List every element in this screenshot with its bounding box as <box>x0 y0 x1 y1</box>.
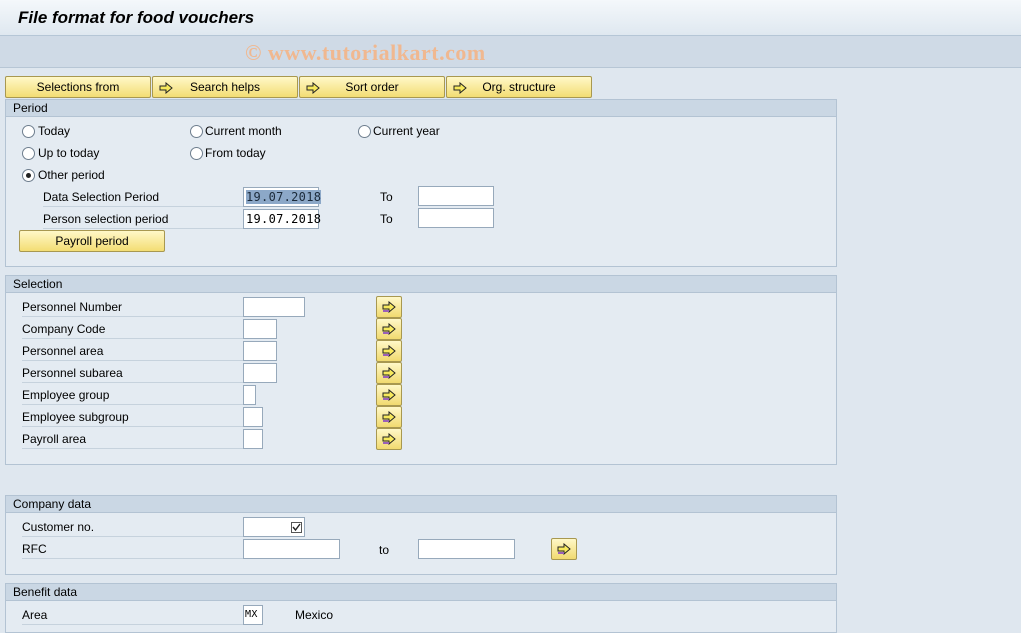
arrow-right-icon <box>382 345 396 357</box>
person-selection-period-label: Person selection period <box>43 209 243 229</box>
customer-no-input[interactable] <box>243 517 305 537</box>
org-structure-button[interactable]: Org. structure <box>446 76 592 98</box>
required-checkmark-icon <box>291 520 302 538</box>
selection-screen: Selections from Search helps Sort order … <box>0 68 1021 633</box>
period-group: Period Today Current month Current year … <box>5 99 837 267</box>
arrow-right-icon <box>382 301 396 313</box>
radio-today[interactable] <box>22 125 35 138</box>
employee-group-multiple-selection-button[interactable] <box>376 384 402 406</box>
radio-other-period[interactable] <box>22 169 35 182</box>
personnel-number-input[interactable] <box>243 297 305 317</box>
company-code-label: Company Code <box>22 319 243 339</box>
arrow-right-icon <box>159 80 173 100</box>
radio-up-to-today-label: Up to today <box>38 146 100 160</box>
rfc-from-input[interactable] <box>243 539 340 559</box>
radio-current-month-label: Current month <box>205 124 282 138</box>
arrow-right-icon <box>382 367 396 379</box>
personnel-area-label: Personnel area <box>22 341 243 361</box>
application-toolbar: © www.tutorialkart.com <box>0 36 1021 68</box>
rfc-to-input[interactable] <box>418 539 515 559</box>
selections-from-label: Selections from <box>36 80 120 94</box>
employee-subgroup-label: Employee subgroup <box>22 407 243 427</box>
personnel-number-label: Personnel Number <box>22 297 243 317</box>
sort-order-label: Sort order <box>345 80 399 94</box>
personnel-subarea-multiple-selection-button[interactable] <box>376 362 402 384</box>
radio-from-today[interactable] <box>190 147 203 160</box>
person-selection-to-label: To <box>380 212 393 226</box>
employee-group-input[interactable] <box>243 385 256 405</box>
search-helps-label: Search helps <box>189 80 261 94</box>
customer-no-label: Customer no. <box>22 517 243 537</box>
payroll-area-label: Payroll area <box>22 429 243 449</box>
selection-group: Selection Personnel Number Company Code … <box>5 275 837 465</box>
person-selection-period-from-input[interactable]: 19.07.2018 <box>243 209 321 229</box>
arrow-right-icon <box>453 80 467 100</box>
rfc-to-label: to <box>379 543 390 557</box>
sort-order-button[interactable]: Sort order <box>299 76 445 98</box>
employee-group-label: Employee group <box>22 385 243 405</box>
payroll-area-multiple-selection-button[interactable] <box>376 428 402 450</box>
arrow-right-icon <box>382 433 396 445</box>
radio-today-label: Today <box>38 124 71 138</box>
title-bar: File format for food vouchers <box>0 0 1021 36</box>
radio-current-year[interactable] <box>358 125 371 138</box>
arrow-right-icon <box>306 80 320 100</box>
personnel-number-multiple-selection-button[interactable] <box>376 296 402 318</box>
radio-other-period-label: Other period <box>38 168 105 182</box>
employee-subgroup-multiple-selection-button[interactable] <box>376 406 402 428</box>
data-selection-to-label: To <box>380 190 393 204</box>
radio-current-year-label: Current year <box>373 124 440 138</box>
company-code-multiple-selection-button[interactable] <box>376 318 402 340</box>
data-selection-period-to-input[interactable] <box>418 186 494 206</box>
selection-group-header: Selection <box>6 276 836 293</box>
company-data-group-header: Company data <box>6 496 836 513</box>
arrow-right-icon <box>557 543 571 555</box>
personnel-subarea-input[interactable] <box>243 363 277 383</box>
rfc-multiple-selection-button[interactable] <box>551 538 577 560</box>
arrow-right-icon <box>382 323 396 335</box>
radio-up-to-today[interactable] <box>22 147 35 160</box>
page-title: File format for food vouchers <box>18 8 255 27</box>
area-input[interactable]: MX <box>243 605 263 625</box>
selections-from-button[interactable]: Selections from <box>5 76 151 98</box>
benefit-data-group-header: Benefit data <box>6 584 836 601</box>
personnel-subarea-label: Personnel subarea <box>22 363 243 383</box>
company-data-group: Company data Customer no. RFC to <box>5 495 837 575</box>
data-selection-period-from-value: 19.07.2018 <box>246 190 322 204</box>
data-selection-period-from-input[interactable]: 19.07.2018 <box>243 187 322 207</box>
rfc-label: RFC <box>22 539 243 559</box>
personnel-area-multiple-selection-button[interactable] <box>376 340 402 362</box>
radio-from-today-label: From today <box>205 146 266 160</box>
search-helps-button[interactable]: Search helps <box>152 76 298 98</box>
employee-subgroup-input[interactable] <box>243 407 263 427</box>
period-group-header: Period <box>6 100 836 117</box>
payroll-period-button[interactable]: Payroll period <box>19 230 165 252</box>
arrow-right-icon <box>382 389 396 401</box>
area-label: Area <box>22 605 243 625</box>
data-selection-period-label: Data Selection Period <box>43 187 243 207</box>
org-structure-label: Org. structure <box>482 80 556 94</box>
watermark: © www.tutorialkart.com <box>245 40 486 65</box>
person-selection-period-to-input[interactable] <box>418 208 494 228</box>
personnel-area-input[interactable] <box>243 341 277 361</box>
radio-current-month[interactable] <box>190 125 203 138</box>
arrow-right-icon <box>382 411 396 423</box>
area-description: Mexico <box>295 608 334 622</box>
payroll-period-label: Payroll period <box>55 234 129 248</box>
company-code-input[interactable] <box>243 319 277 339</box>
payroll-area-input[interactable] <box>243 429 263 449</box>
